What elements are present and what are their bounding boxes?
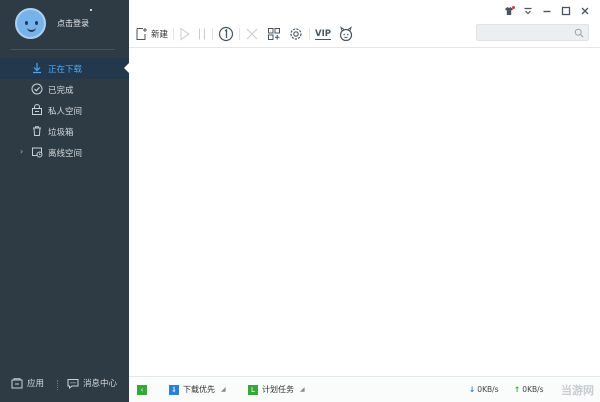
dropdown-icon: ◢	[221, 386, 226, 393]
trash-icon	[33, 126, 41, 136]
download-priority-icon: ⇓	[169, 384, 179, 395]
notification-dot	[90, 9, 92, 11]
play-icon	[180, 27, 190, 41]
scheduled-task-button[interactable]: L 计划任务 ◢	[248, 384, 305, 395]
sidebar-item-trash[interactable]: 垃圾箱	[0, 121, 129, 142]
new-file-icon	[136, 28, 147, 40]
vip-button[interactable]: VIP	[315, 25, 331, 43]
new-task-button[interactable]: 新建	[135, 25, 168, 43]
mascot-button[interactable]	[338, 25, 354, 43]
gear-icon	[290, 28, 302, 40]
window-controls	[504, 6, 590, 16]
toolbar-divider	[309, 28, 311, 40]
check-circle-icon	[31, 83, 43, 95]
avatar-eye-left	[25, 21, 28, 25]
sidebar-bottom-bar: 应用 消息中心	[0, 372, 129, 397]
maximize-icon[interactable]	[561, 6, 571, 16]
sidebar-nav: 正在下载 已完成 私人空间 垃圾箱 › 离线空间	[0, 58, 129, 163]
chevron-right-icon[interactable]: ›	[20, 147, 23, 156]
toolbar: 新建 VIP	[135, 25, 354, 43]
speed-limit-button[interactable]	[218, 25, 234, 43]
download-speed-value: 0KB/s	[477, 385, 499, 394]
message-center-label: 消息中心	[83, 379, 118, 389]
apps-icon	[11, 377, 23, 388]
message-icon	[67, 378, 79, 389]
sidebar-item-completed[interactable]: 已完成	[0, 79, 129, 100]
top-bar: 新建 VIP	[129, 0, 600, 48]
user-profile[interactable]: 点击登录	[0, 0, 129, 46]
skin-icon[interactable]	[504, 6, 515, 16]
scheduled-task-label: 计划任务	[262, 385, 294, 394]
bottom-divider	[57, 380, 58, 390]
sidebar-item-label: 离线空间	[48, 148, 83, 159]
sidebar-item-offline-space[interactable]: › 离线空间	[0, 142, 129, 163]
toolbar-divider	[173, 28, 175, 40]
toolbar-divider	[212, 28, 214, 40]
avatar[interactable]	[15, 8, 46, 39]
status-bar: ‹ ⇓ 下载优先 ◢ L 计划任务 ◢ ↓ 0KB/s ↑ 0KB/s 当游网	[129, 376, 600, 402]
pause-icon	[199, 28, 206, 40]
offline-space-icon	[32, 147, 43, 158]
sidebar-item-label: 私人空间	[48, 106, 83, 117]
collapse-sidebar-button[interactable]: ‹	[137, 385, 147, 395]
pause-button[interactable]	[197, 25, 207, 43]
minimize-icon[interactable]	[542, 6, 552, 16]
close-icon[interactable]	[580, 6, 590, 16]
sidebar-item-label: 已完成	[48, 85, 74, 96]
download-list-area[interactable]	[129, 48, 600, 376]
sidebar: 点击登录 正在下载 已完成 私人空间 垃圾箱 › 离线空间 应用 消息中心	[0, 0, 129, 402]
upload-speed: ↑ 0KB/s	[514, 385, 544, 394]
watermark: 当游网	[561, 384, 594, 397]
dropdown-icon: ◢	[300, 386, 305, 393]
avatar-mouth	[27, 27, 36, 32]
download-priority-label: 下载优先	[183, 385, 215, 394]
vip-label: VIP	[315, 28, 331, 40]
search-icon[interactable]	[574, 28, 584, 38]
search-box	[476, 24, 589, 41]
new-task-label: 新建	[151, 30, 169, 40]
private-space-icon	[32, 104, 42, 115]
grid-icon	[268, 28, 281, 40]
download-arrow-icon: ↓	[469, 385, 476, 394]
message-center-button[interactable]: 消息中心	[67, 377, 117, 389]
mascot-icon	[339, 26, 353, 42]
upload-speed-value: 0KB/s	[522, 385, 544, 394]
toolbar-divider	[239, 28, 241, 40]
delete-icon	[246, 28, 258, 40]
delete-button[interactable]	[245, 25, 259, 43]
sidebar-item-label: 垃圾箱	[48, 127, 74, 138]
download-priority-button[interactable]: ⇓ 下载优先 ◢	[169, 384, 226, 395]
avatar-eye-right	[35, 21, 38, 25]
upload-arrow-icon: ↑	[514, 385, 521, 394]
download-speed: ↓ 0KB/s	[469, 385, 499, 394]
speed-limit-icon	[218, 26, 234, 42]
sidebar-item-private-space[interactable]: 私人空间	[0, 100, 129, 121]
start-button[interactable]	[179, 25, 191, 43]
sidebar-item-label: 正在下载	[48, 64, 83, 75]
apps-label: 应用	[27, 379, 45, 389]
sidebar-item-downloading[interactable]: 正在下载	[0, 58, 129, 79]
settings-button[interactable]	[288, 25, 304, 43]
scheduled-task-icon: L	[248, 384, 258, 395]
search-input[interactable]	[477, 25, 572, 40]
download-icon	[33, 63, 41, 74]
login-link[interactable]: 点击登录	[57, 18, 89, 29]
menu-icon[interactable]	[523, 6, 533, 16]
sidebar-divider	[10, 49, 115, 50]
apps-button[interactable]: 应用	[11, 377, 44, 389]
app-grid-button[interactable]	[267, 25, 281, 43]
